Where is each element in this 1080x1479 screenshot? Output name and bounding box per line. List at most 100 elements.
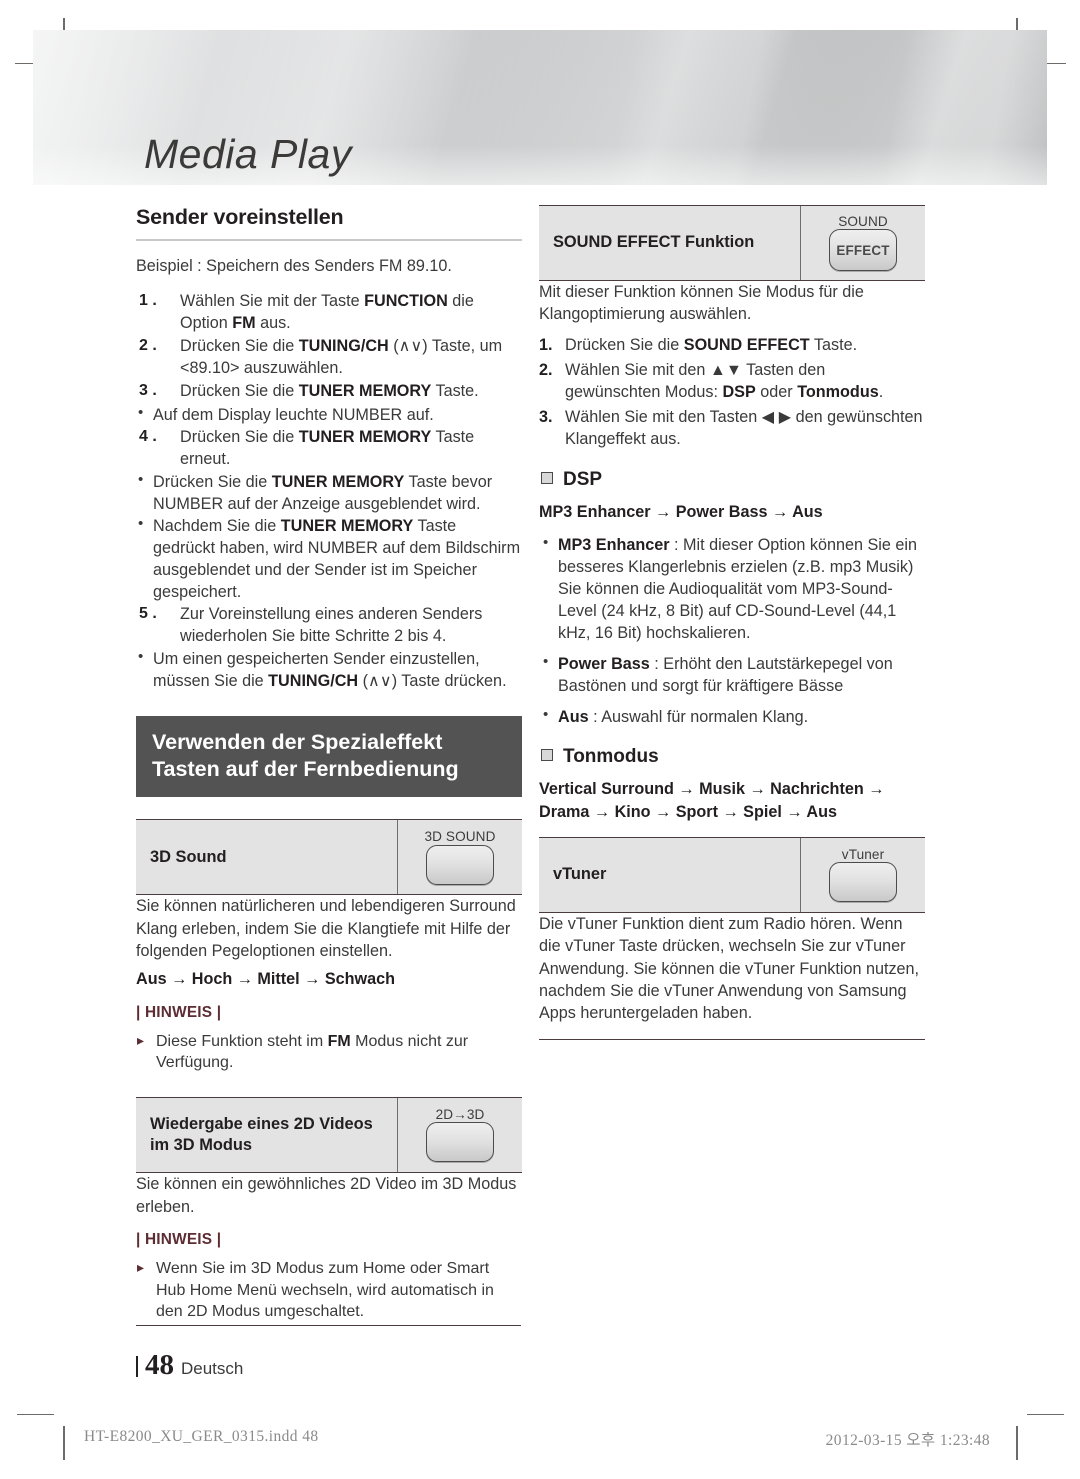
chapter-title: Media Play xyxy=(144,131,352,177)
bullet-text: Nachdem Sie die TUNER MEMORY Taste gedrü… xyxy=(153,516,521,601)
step-number: 5 . xyxy=(139,604,157,622)
step-text: Drücken Sie die SOUND EFFECT Taste. xyxy=(565,335,858,354)
bullet-text: Um einen gespeicherten Sender einzustell… xyxy=(153,649,507,690)
note-text: Wenn Sie im 3D Modus zum Home oder Smart… xyxy=(156,1259,494,1321)
feature-button-cell: SOUND EFFECT xyxy=(800,206,925,280)
feature-row-3d-sound: 3D Sound 3D SOUND xyxy=(136,819,522,896)
feature-button-cell: 3D SOUND xyxy=(397,820,522,895)
dsp-option-term: Aus xyxy=(558,708,589,727)
button-caption-2d-to-3d: 2D→3D xyxy=(435,1106,485,1122)
remote-button-2d-to-3d-icon[interactable] xyxy=(426,1122,494,1163)
square-bullet-icon xyxy=(541,471,553,484)
bullet-text: Drücken Sie die TUNER MEMORY Taste bevor… xyxy=(153,472,493,513)
footer-rule xyxy=(136,1325,521,1327)
right-column-bottom-rule xyxy=(539,1038,925,1040)
step-item: 1 . Wählen Sie mit der Taste FUNCTION di… xyxy=(136,290,522,334)
folio-bar xyxy=(136,1356,138,1377)
step-number: 3 . xyxy=(139,382,157,400)
feature-label: vTuner xyxy=(553,865,607,884)
feature-button-cell: vTuner xyxy=(800,837,925,912)
button-caption-3d-sound: 3D SOUND xyxy=(424,828,496,844)
title-rule xyxy=(136,239,522,241)
feature-label: 3D Sound xyxy=(150,847,227,866)
step3-bullets: Auf dem Display leuchte NUMBER auf. xyxy=(136,403,522,426)
step-text: Wählen Sie mit den Tasten ◀ ▶ den gewüns… xyxy=(565,408,923,449)
feature-3d-body: Sie können natürlicheren und lebendigere… xyxy=(136,897,516,960)
subheading-dsp: DSP xyxy=(541,469,925,491)
dsp-option-text: : Auswahl für normalen Klang. xyxy=(588,708,809,727)
left-column: Sender voreinstellen Beispiel : Speicher… xyxy=(136,205,522,1325)
dsp-option-list: MP3 Enhancer : Mit dieser Option können … xyxy=(541,533,925,728)
print-info-line: HT-E8200_XU_GER_0315.indd 48 2012-03-15 … xyxy=(0,1428,1080,1452)
sender-steps-list-cont2: 5 . Zur Voreinstellung eines anderen Sen… xyxy=(136,603,522,647)
button-caption-sound: SOUND xyxy=(838,213,888,229)
step-number: 2 . xyxy=(139,337,157,355)
step-item: 3. Wählen Sie mit den Tasten ◀ ▶ den gew… xyxy=(539,406,925,450)
dark-section-heading: Verwenden der Spezialeffekt Tasten auf d… xyxy=(136,715,522,798)
step-number: 4 . xyxy=(139,427,157,445)
dsp-option-item: Power Bass : Erhöht den Lautstärkepegel … xyxy=(541,652,925,697)
feature-row-sound-effect: SOUND EFFECT Funktion SOUND EFFECT xyxy=(539,205,925,281)
step-item: 4 . Drücken Sie die TUNER MEMORY Taste e… xyxy=(136,426,522,470)
step-text: Drücken Sie die TUNING/CH (∧∨) Taste, um… xyxy=(180,337,503,378)
step5-bullets: Um einen gespeicherten Sender einzustell… xyxy=(136,647,522,692)
print-file-name: HT-E8200_XU_GER_0315.indd 48 xyxy=(84,1428,319,1445)
step-item: 2 . Drücken Sie die TUNING/CH (∧∨) Taste… xyxy=(136,335,522,379)
note-text: Diese Funktion steht im FM Modus nicht z… xyxy=(156,1032,469,1072)
bullet-item: Drücken Sie die TUNER MEMORY Taste bevor… xyxy=(136,470,522,515)
right-column: SOUND EFFECT Funktion SOUND EFFECT Mit d… xyxy=(539,205,925,1040)
section-title-sender: Sender voreinstellen xyxy=(136,205,344,229)
step-item: 1. Drücken Sie die SOUND EFFECT Taste. xyxy=(539,334,925,356)
feature-row-vtuner: vTuner vTuner xyxy=(539,836,925,913)
sound-effect-steps: 1. Drücken Sie die SOUND EFFECT Taste. 2… xyxy=(539,334,925,451)
bullet-item: Auf dem Display leuchte NUMBER auf. xyxy=(136,403,522,426)
step-number: 3. xyxy=(539,408,553,427)
subheading-tonmodus: Tonmodus xyxy=(541,746,925,768)
step-number: 1 . xyxy=(139,292,157,310)
step-text: Drücken Sie die TUNER MEMORY Taste erneu… xyxy=(180,427,475,468)
page-language: Deutsch xyxy=(181,1359,244,1378)
note-item: Diese Funktion steht im FM Modus nicht z… xyxy=(136,1031,522,1075)
remote-button-sound-effect-icon[interactable]: EFFECT xyxy=(829,229,897,272)
step-text: Zur Voreinstellung eines anderen Senders… xyxy=(180,604,483,645)
manual-page: Media Play Sender voreinstellen Beispiel… xyxy=(0,0,1080,1479)
vtuner-body: Die vTuner Funktion dient zum Radio höre… xyxy=(539,914,920,1023)
subheading-label: Tonmodus xyxy=(563,746,659,768)
page-number: 48 xyxy=(145,1349,174,1381)
feature-row-2d-to-3d: Wiedergabe eines 2D Videos im 3D Modus 2… xyxy=(136,1097,522,1174)
square-bullet-icon xyxy=(541,749,553,762)
bullet-item: Um einen gespeicherten Sender einzustell… xyxy=(136,647,522,692)
tonmodus-chain: Vertical Surround → Musik → Nachrichten … xyxy=(539,780,885,821)
feature-2d3d-body: Sie können ein gewöhnliches 2D Video im … xyxy=(136,1175,517,1216)
dsp-option-item: Aus : Auswahl für normalen Klang. xyxy=(541,705,925,728)
step-item: 3 . Drücken Sie die TUNER MEMORY Taste. xyxy=(136,380,522,402)
step4-bullets: Drücken Sie die TUNER MEMORY Taste bevor… xyxy=(136,470,522,603)
step-item: 5 . Zur Voreinstellung eines anderen Sen… xyxy=(136,603,522,647)
print-timestamp: 2012-03-15 오후 1:23:48 xyxy=(825,1432,990,1449)
dsp-chain: MP3 Enhancer → Power Bass → Aus xyxy=(539,502,823,521)
dsp-option-term: MP3 Enhancer xyxy=(558,536,670,555)
sound-effect-body: Mit dieser Funktion können Sie Modus für… xyxy=(539,283,864,324)
step-text: Wählen Sie mit der Taste FUNCTION die Op… xyxy=(180,292,474,333)
dsp-option-term: Power Bass xyxy=(558,655,650,674)
folio: 48 Deutsch xyxy=(136,1349,243,1382)
bullet-item: Nachdem Sie die TUNER MEMORY Taste gedrü… xyxy=(136,514,522,603)
feature-2d3d-notes: Wenn Sie im 3D Modus zum Home oder Smart… xyxy=(136,1258,522,1323)
crop-mark-bottom-left-horizontal xyxy=(17,1413,54,1415)
remote-button-vtuner-icon[interactable] xyxy=(829,862,897,903)
note-item: Wenn Sie im 3D Modus zum Home oder Smart… xyxy=(136,1258,522,1323)
sender-steps-list: 1 . Wählen Sie mit der Taste FUNCTION di… xyxy=(136,290,522,402)
step-number: 1. xyxy=(539,335,553,354)
feature-label: Wiedergabe eines 2D Videos im 3D Modus xyxy=(150,1114,373,1155)
hinweis-label: | HINWEIS | xyxy=(136,1003,222,1021)
bullet-text: Auf dem Display leuchte NUMBER auf. xyxy=(153,405,434,424)
subheading-label: DSP xyxy=(563,468,603,490)
crop-mark-bottom-right-horizontal xyxy=(1027,1413,1064,1415)
hinweis-label-2: | HINWEIS | xyxy=(136,1230,222,1248)
step-text: Wählen Sie mit den ▲▼ Tasten den gewünsc… xyxy=(565,360,884,402)
step-text: Drücken Sie die TUNER MEMORY Taste. xyxy=(180,382,479,401)
sender-intro: Beispiel : Speichern des Senders FM 89.1… xyxy=(136,257,452,275)
remote-button-3d-sound-icon[interactable] xyxy=(426,844,494,885)
feature-3d-notes: Diese Funktion steht im FM Modus nicht z… xyxy=(136,1031,522,1075)
sender-steps-list-cont: 4 . Drücken Sie die TUNER MEMORY Taste e… xyxy=(136,426,522,470)
